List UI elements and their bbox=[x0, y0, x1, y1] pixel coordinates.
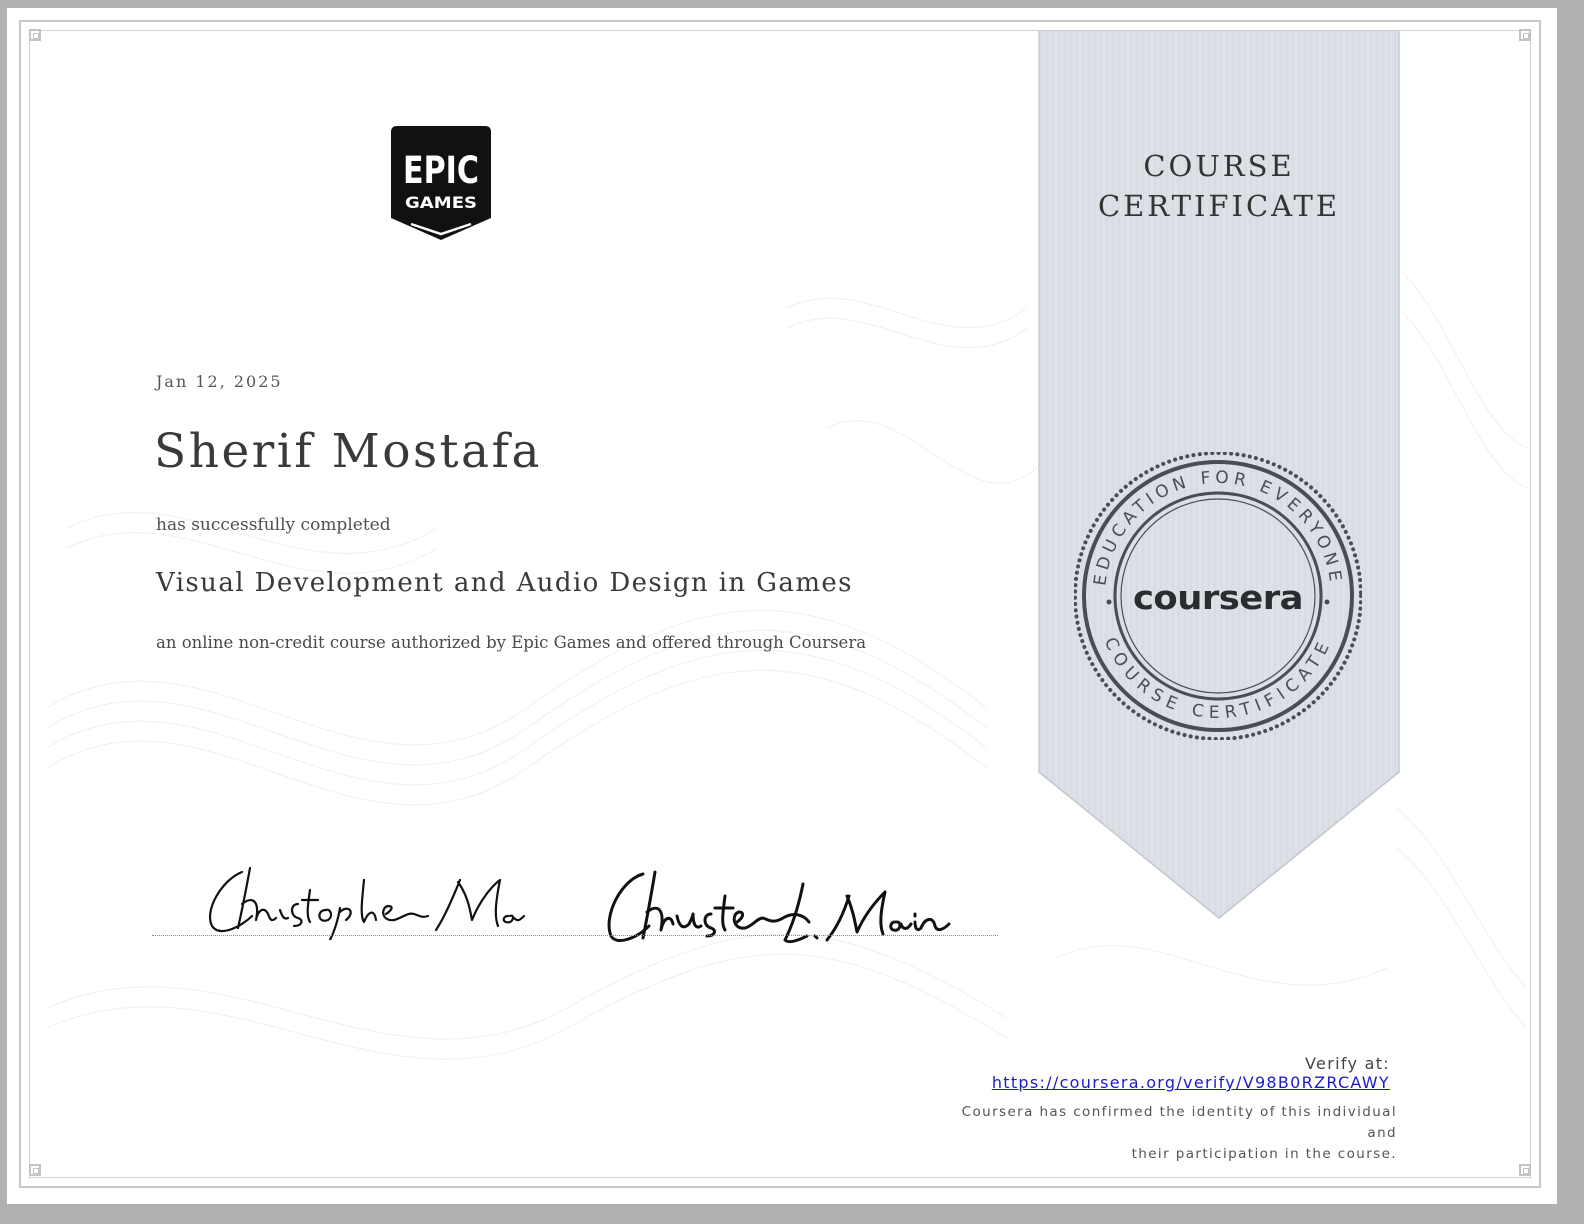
corner-ornament-top-left bbox=[29, 29, 41, 41]
identity-confirmation: Coursera has confirmed the identity of t… bbox=[927, 1102, 1397, 1165]
seal-top-text: EDUCATION FOR EVERYONE bbox=[1090, 468, 1341, 587]
ribbon-title-line1: COURSE bbox=[1143, 149, 1295, 183]
confirmation-line-1: Coursera has confirmed the identity of t… bbox=[961, 1104, 1397, 1141]
seal-center-text: coursera bbox=[1133, 578, 1303, 617]
ribbon-title-line2: CERTIFICATE bbox=[1097, 189, 1341, 223]
logo-text-games: GAMES bbox=[405, 193, 477, 212]
ribbon-title: COURSE CERTIFICATE bbox=[1048, 146, 1390, 226]
recipient-name: Sherif Mostafa bbox=[154, 424, 542, 479]
course-description: an online non-credit course authorized b… bbox=[156, 633, 867, 652]
issue-date: Jan 12, 2025 bbox=[156, 372, 283, 391]
verify-label: Verify at: bbox=[1305, 1054, 1390, 1073]
corner-ornament-top-right bbox=[1519, 29, 1531, 41]
completion-statement: has successfully completed bbox=[156, 515, 391, 535]
corner-ornament-bottom-right bbox=[1519, 1164, 1531, 1176]
confirmation-line-2: their participation in the course. bbox=[1131, 1146, 1397, 1162]
svg-text:EDUCATION FOR EVERYONE: EDUCATION FOR EVERYONE bbox=[1090, 468, 1345, 587]
corner-ornament-bottom-left bbox=[29, 1164, 41, 1176]
course-title: Visual Development and Audio Design in G… bbox=[156, 568, 853, 598]
signature-1-icon bbox=[209, 866, 526, 940]
epic-games-logo: EPIC GAMES bbox=[391, 126, 491, 240]
verify-link[interactable]: https://coursera.org/verify/V98B0RZRCAWY bbox=[992, 1073, 1390, 1092]
coursera-seal: EDUCATION FOR EVERYONE COURSE CERTIFICAT… bbox=[1074, 452, 1362, 740]
signature-line bbox=[152, 935, 998, 936]
logo-text-epic: EPIC bbox=[403, 149, 479, 192]
verification-block: Verify at: https://coursera.org/verify/V… bbox=[992, 1054, 1390, 1092]
certificate-sheet: EPIC GAMES Jan 12, 2025 Sherif Mostafa h… bbox=[7, 8, 1557, 1204]
